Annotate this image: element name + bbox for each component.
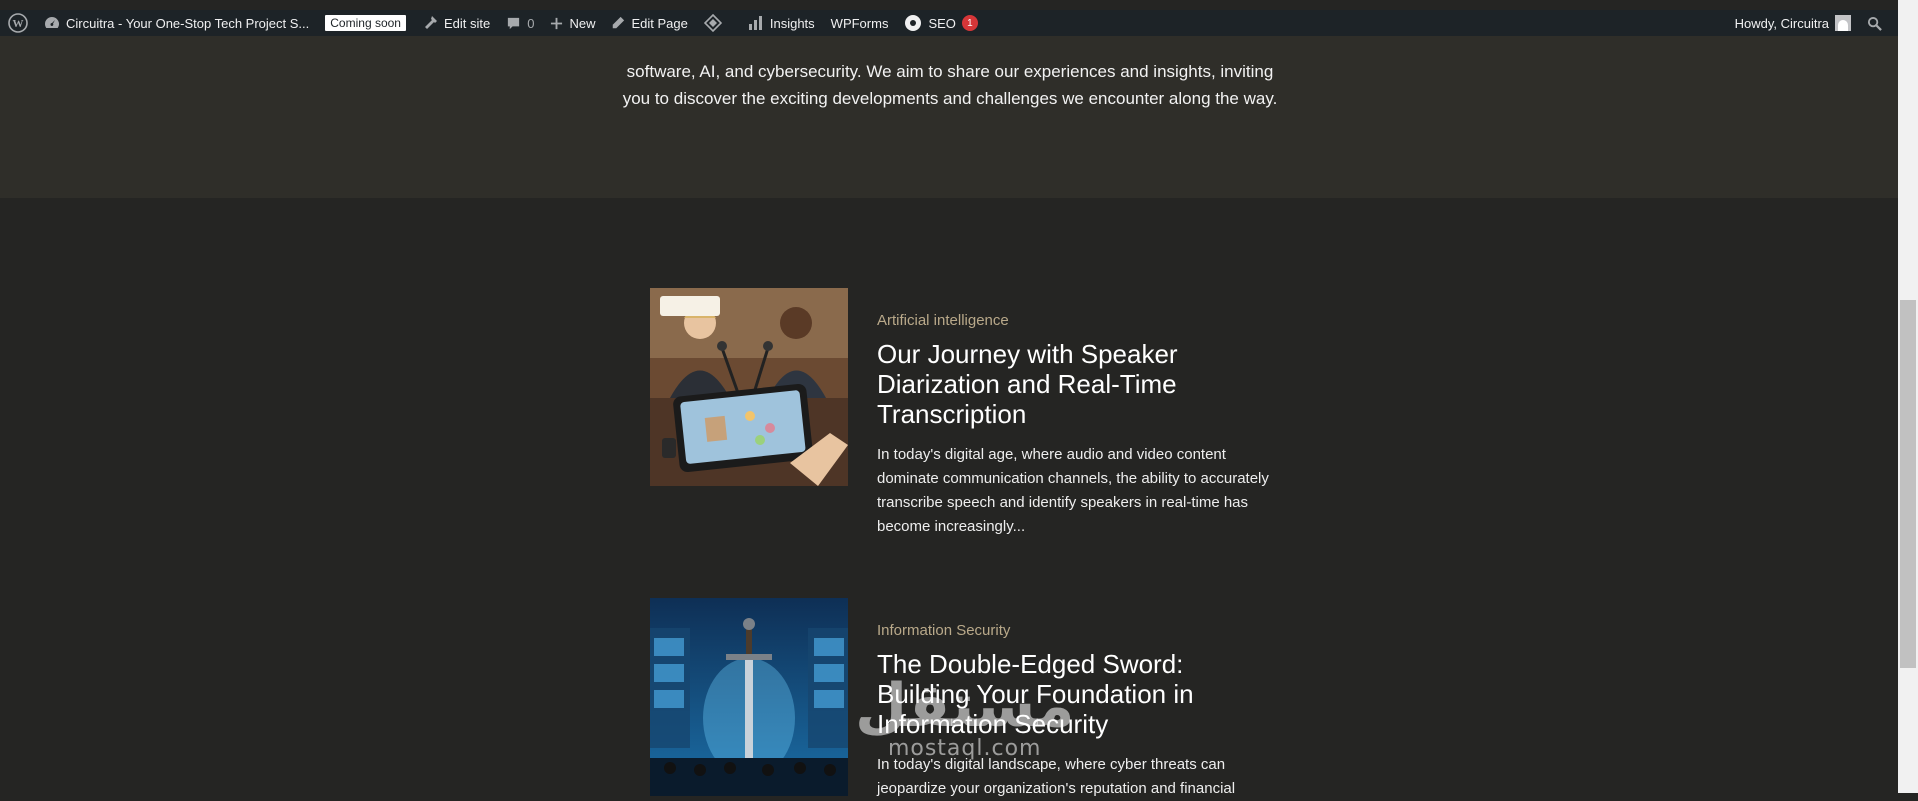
post-title-link[interactable]: Our Journey with Speaker Diarization and… [877, 339, 1278, 429]
dashboard-gauge-icon [45, 17, 59, 28]
post-thumbnail-interview[interactable] [650, 288, 848, 486]
seo-link[interactable]: SEO 1 [896, 10, 985, 36]
comments-count: 0 [527, 15, 535, 31]
site-name-link[interactable]: Circuitra - Your One-Stop Tech Project S… [36, 10, 317, 36]
seo-notification-badge: 1 [961, 15, 978, 31]
comments-link[interactable]: 0 [498, 10, 542, 36]
hammer-icon [424, 16, 437, 29]
wpforms-link[interactable]: WPForms [823, 10, 897, 36]
scrollbar-thumb[interactable] [1900, 300, 1916, 668]
watermark: مستقل mostaql.com [855, 676, 1074, 761]
pencil-icon [613, 16, 625, 29]
edit-page-link[interactable]: Edit Page [603, 10, 695, 36]
insights-label: Insights [769, 15, 815, 31]
watermark-arabic: مستقل [855, 671, 1075, 741]
edit-page-label: Edit Page [631, 15, 688, 31]
post-thumbnail-sword[interactable] [650, 598, 848, 796]
coming-soon-label: Coming soon [325, 15, 406, 31]
page-scrollbar[interactable] [1898, 0, 1918, 793]
account-menu[interactable]: Howdy, Circuitra [1727, 10, 1859, 36]
site-name: Circuitra - Your One-Stop Tech Project S… [66, 15, 310, 31]
post-category-link[interactable]: Artificial intelligence [877, 312, 1278, 329]
seo-gear-icon [905, 15, 922, 31]
intro-text: software, AI, and cybersecurity. We aim … [622, 62, 1278, 108]
new-content-link[interactable]: New [542, 10, 603, 36]
comment-bubble-icon [508, 17, 520, 29]
wpforms-label: WPForms [830, 15, 889, 31]
avatar [1835, 15, 1851, 31]
diamond-plugin-icon[interactable] [696, 10, 730, 36]
post-category-link[interactable]: Information Security [877, 622, 1278, 639]
insights-link[interactable]: Insights [740, 10, 823, 36]
seo-label: SEO [928, 15, 956, 31]
coming-soon-badge[interactable]: Coming soon [317, 10, 414, 36]
bar-chart-icon [748, 16, 762, 30]
intro-section: software, AI, and cybersecurity. We aim … [0, 36, 1898, 198]
edit-site-link[interactable]: Edit site [414, 10, 498, 36]
plus-icon [551, 17, 563, 29]
new-label: New [569, 15, 596, 31]
wordpress-logo-icon[interactable]: W [0, 10, 36, 36]
admin-bar: W Circuitra - Your One-Stop Tech Project… [0, 10, 1898, 36]
search-icon[interactable] [1859, 10, 1890, 36]
svg-text:W: W [13, 18, 24, 30]
post-excerpt: In today's digital age, where audio and … [877, 446, 1269, 535]
post-card: Artificial intelligence Our Journey with… [650, 288, 1278, 539]
howdy-label: Howdy, Circuitra [1734, 15, 1829, 31]
edit-site-label: Edit site [443, 15, 491, 31]
post-body: Artificial intelligence Our Journey with… [877, 288, 1278, 539]
